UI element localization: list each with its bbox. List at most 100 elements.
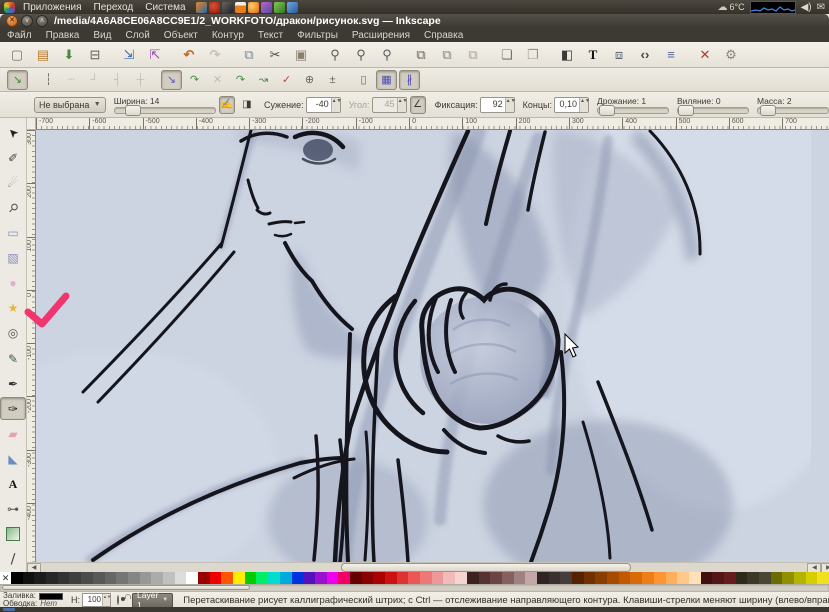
spiral-tool[interactable]: ◎ (0, 322, 26, 345)
tilt-from-device-toggle[interactable]: ∠ (410, 96, 426, 114)
color-swatch[interactable] (69, 572, 81, 584)
connector-tool[interactable]: ⊶ (0, 498, 26, 521)
redo-button[interactable]: ↷ (203, 43, 227, 66)
color-swatch[interactable] (666, 572, 678, 584)
snap-paths-toggle[interactable]: ↷ (184, 70, 205, 90)
color-swatch[interactable] (782, 572, 794, 584)
color-swatch[interactable] (619, 572, 631, 584)
app-launcher-icon[interactable] (287, 2, 298, 13)
paste-button[interactable]: ▣ (289, 43, 313, 66)
no-color-swatch[interactable]: ✕ (0, 572, 11, 584)
snap-object-centers-toggle[interactable]: ⊕ (299, 70, 320, 90)
color-swatch[interactable] (642, 572, 654, 584)
color-swatch[interactable] (794, 572, 806, 584)
color-swatch[interactable] (81, 572, 93, 584)
drawing-canvas[interactable] (36, 130, 829, 562)
color-swatch[interactable] (385, 572, 397, 584)
xml-editor-button[interactable]: ‹› (633, 43, 657, 66)
spinner-arrows-icon[interactable]: ▲▼ (397, 98, 406, 112)
zoom-drawing-button[interactable]: ⚲ (349, 43, 373, 66)
tremor-slider-thumb[interactable] (599, 105, 615, 116)
fill-stroke-dialog-button[interactable]: ◧ (555, 43, 579, 66)
vacuum-defs-button[interactable]: ✕ (693, 43, 717, 66)
tremor-slider[interactable] (597, 107, 669, 114)
menu-bar-item[interactable]: Правка (39, 30, 87, 41)
color-swatch[interactable] (654, 572, 666, 584)
color-swatch[interactable] (490, 572, 502, 584)
menu-bar-item[interactable]: Контур (205, 30, 251, 41)
color-swatch[interactable] (549, 572, 561, 584)
color-swatch[interactable] (34, 572, 46, 584)
color-swatch[interactable] (233, 572, 245, 584)
grid-toggle[interactable]: ▦ (376, 70, 397, 90)
app-launcher-icon[interactable] (209, 2, 220, 13)
window-title-bar[interactable]: ✕ ∨ ∧ /media/4A6A8CE06A8CC9E1/2_WORKFOTO… (0, 14, 829, 28)
group-button[interactable]: ❏ (495, 43, 519, 66)
color-swatch[interactable] (572, 572, 584, 584)
width-slider-thumb[interactable] (125, 105, 141, 116)
wiggle-slider[interactable] (677, 107, 749, 114)
color-swatch[interactable] (280, 572, 292, 584)
layers-dialog-button[interactable]: ⧈ (607, 43, 631, 66)
selector-tool[interactable]: ➤ (0, 121, 26, 144)
text-dialog-button[interactable]: T (581, 43, 605, 66)
minimize-window-button[interactable]: ∨ (21, 15, 33, 27)
color-swatch[interactable] (677, 572, 689, 584)
color-swatch[interactable] (46, 572, 58, 584)
zoom-tool[interactable]: ⚲ (0, 196, 26, 219)
thinning-spinner[interactable]: -40 ▲▼ (306, 97, 341, 113)
color-swatch[interactable] (362, 572, 374, 584)
opacity-spinner[interactable]: 100 ▲▼ (82, 593, 111, 607)
ellipse-tool[interactable]: ● (0, 272, 26, 295)
color-swatch[interactable] (58, 572, 70, 584)
snap-bbox-edges-toggle[interactable]: ┄ (61, 70, 82, 90)
color-swatch[interactable] (806, 572, 818, 584)
applications-menu[interactable]: Приложения (19, 2, 86, 13)
page-border-toggle[interactable]: ▯ (353, 70, 374, 90)
color-swatch[interactable] (397, 572, 409, 584)
maximize-window-button[interactable]: ∧ (36, 15, 48, 27)
current-layer-dropdown[interactable]: Layer 1 ▼ (132, 593, 173, 608)
spinner-arrows-icon[interactable]: ▲▼ (579, 98, 588, 112)
copy-button[interactable]: ⧉ (237, 43, 261, 66)
distributor-logo-icon[interactable] (4, 2, 15, 13)
caps-spinner[interactable]: 0,10 ▲▼ (554, 97, 589, 113)
places-menu[interactable]: Переход (90, 2, 138, 13)
color-swatch[interactable] (607, 572, 619, 584)
mail-icon[interactable]: ✉ (817, 2, 825, 13)
color-swatch[interactable] (23, 572, 35, 584)
layer-visibility-eye-icon[interactable] (117, 595, 119, 605)
color-swatch[interactable] (712, 572, 724, 584)
menu-bar-item[interactable]: Фильтры (290, 30, 345, 41)
menu-bar-item[interactable]: Файл (0, 30, 39, 41)
color-swatch[interactable] (408, 572, 420, 584)
guides-toggle[interactable]: ∦ (399, 70, 420, 90)
system-menu[interactable]: Система (141, 2, 189, 13)
close-window-button[interactable]: ✕ (6, 15, 18, 27)
zoom-page-button[interactable]: ⚲ (375, 43, 399, 66)
color-swatch[interactable] (467, 572, 479, 584)
fill-stroke-indicator[interactable]: Заливка: Обводка: Нет (0, 592, 63, 608)
snap-bbox-corners-toggle[interactable]: ┘ (84, 70, 105, 90)
snap-edge-midpoints-toggle[interactable]: ┤ (107, 70, 128, 90)
unlink-clone-button[interactable]: ⧉ (461, 43, 485, 66)
vertical-ruler[interactable]: 300 200 100 0 (27, 130, 36, 562)
snap-cusp-nodes-toggle[interactable]: ↷ (230, 70, 251, 90)
color-swatch[interactable] (338, 572, 350, 584)
spinner-arrows-icon[interactable]: ▲▼ (505, 98, 514, 112)
import-button[interactable]: ⇲ (117, 43, 141, 66)
color-swatch[interactable] (350, 572, 362, 584)
wiggle-slider-thumb[interactable] (678, 105, 694, 116)
undo-button[interactable]: ↶ (177, 43, 201, 66)
node-tool[interactable]: ✐ (0, 146, 26, 169)
text-tool[interactable]: A (0, 473, 26, 496)
color-swatch[interactable] (198, 572, 210, 584)
color-swatch[interactable] (373, 572, 385, 584)
color-swatch[interactable] (175, 572, 187, 584)
weather-applet[interactable]: ☁ 6°C (717, 2, 744, 13)
color-swatch[interactable] (303, 572, 315, 584)
color-swatch[interactable] (502, 572, 514, 584)
eraser-tool[interactable]: ▰ (0, 422, 26, 445)
menu-bar-item[interactable]: Справка (417, 30, 470, 41)
mass-slider[interactable] (757, 107, 829, 114)
